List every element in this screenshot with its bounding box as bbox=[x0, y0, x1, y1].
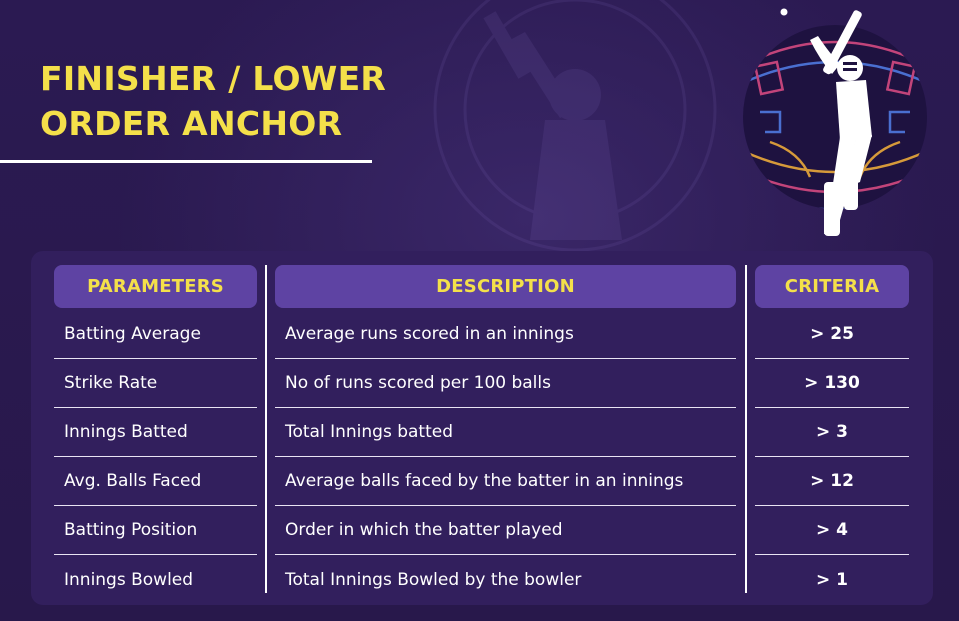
description-cell: Order in which the batter played bbox=[275, 506, 736, 555]
criteria-cell: > 1 bbox=[816, 569, 848, 590]
description-column: DESCRIPTION Average runs scored in an in… bbox=[275, 265, 736, 604]
column-divider bbox=[745, 265, 747, 593]
parameters-column: PARAMETERS Batting Average Strike Rate I… bbox=[54, 265, 257, 604]
title-line-1: FINISHER / LOWER bbox=[40, 59, 387, 98]
parameter-cell: Innings Batted bbox=[54, 408, 257, 457]
parameter-cell: Innings Bowled bbox=[64, 569, 194, 590]
description-cell: Total Innings Bowled by the bowler bbox=[285, 569, 582, 590]
description-header: DESCRIPTION bbox=[275, 265, 736, 308]
title-underline bbox=[0, 160, 372, 163]
criteria-cell: > 4 bbox=[755, 506, 909, 555]
batter-silhouette-icon bbox=[433, 0, 717, 252]
criteria-cell: > 130 bbox=[755, 359, 909, 408]
parameter-cell: Batting Position bbox=[54, 506, 257, 555]
criteria-cell: > 3 bbox=[755, 408, 909, 457]
page-title: FINISHER / LOWER ORDER ANCHOR bbox=[40, 56, 386, 146]
criteria-column: CRITERIA > 25 > 130 > 3 > 12 > 4 > 1 bbox=[755, 265, 909, 604]
criteria-table: PARAMETERS Batting Average Strike Rate I… bbox=[31, 251, 933, 605]
criteria-cell: > 12 bbox=[755, 457, 909, 506]
parameters-header: PARAMETERS bbox=[54, 265, 257, 308]
description-cell: Average balls faced by the batter in an … bbox=[275, 457, 736, 506]
parameter-cell: Strike Rate bbox=[54, 359, 257, 408]
parameter-cell: Batting Average bbox=[54, 310, 257, 359]
column-divider bbox=[265, 265, 267, 593]
cricket-batter-emblem-icon bbox=[743, 8, 927, 236]
parameter-cell: Avg. Balls Faced bbox=[54, 457, 257, 506]
title-line-2: ORDER ANCHOR bbox=[40, 104, 343, 143]
description-cell: No of runs scored per 100 balls bbox=[275, 359, 736, 408]
description-cell: Average runs scored in an innings bbox=[275, 310, 736, 359]
criteria-cell: > 25 bbox=[755, 310, 909, 359]
description-cell: Total Innings batted bbox=[275, 408, 736, 457]
criteria-header: CRITERIA bbox=[755, 265, 909, 308]
